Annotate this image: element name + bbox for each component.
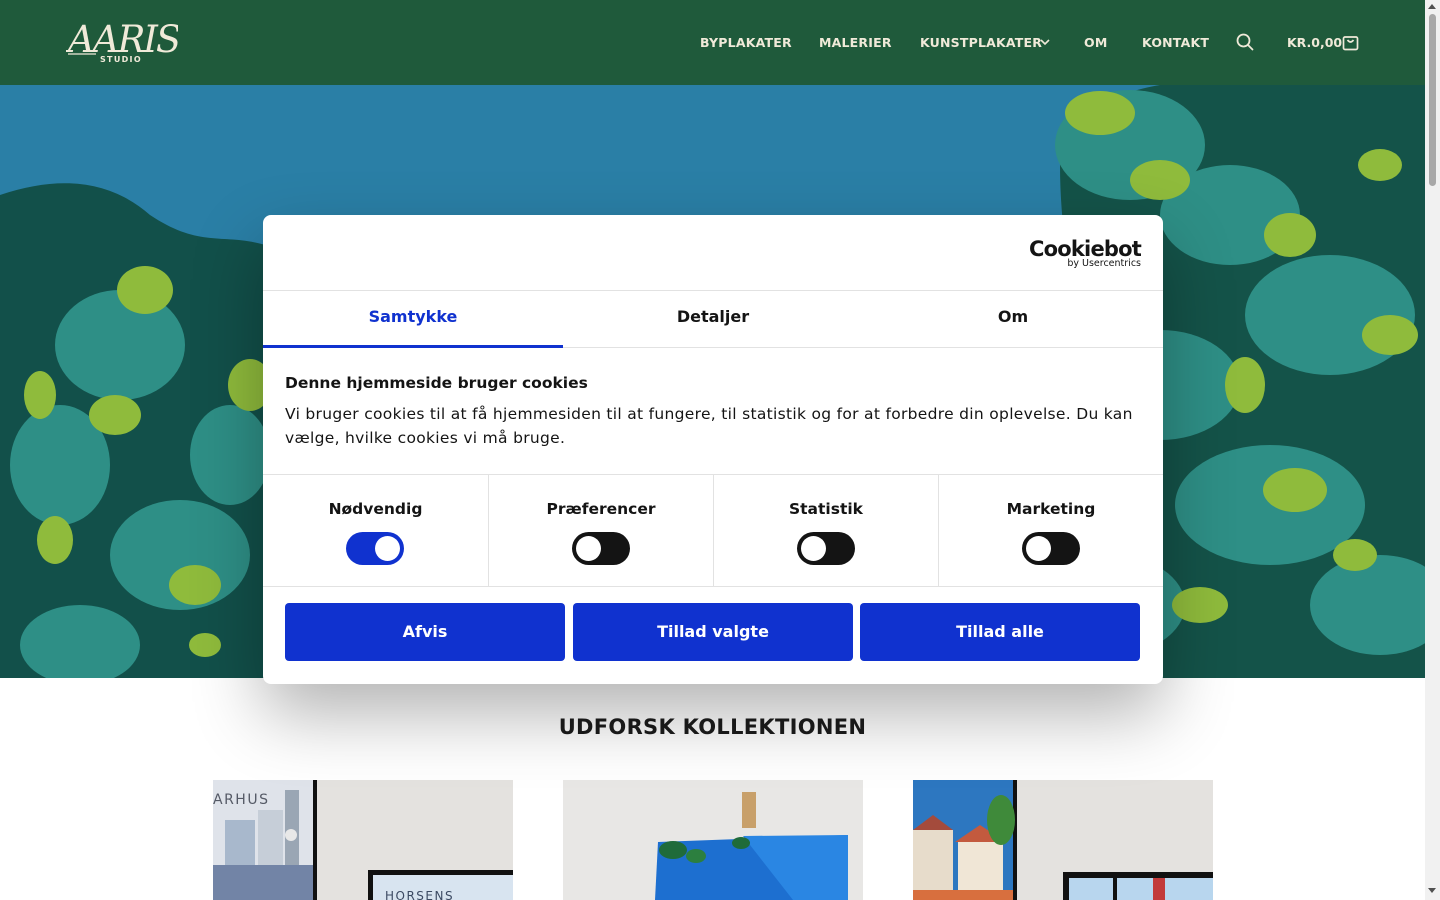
chevron-down-icon[interactable] (1039, 36, 1051, 48)
category-label: Statistik (788, 500, 863, 518)
nav-om[interactable]: OM (1084, 35, 1107, 50)
collection-card-malerier[interactable] (563, 780, 863, 900)
logo-subtext: STUDIO (100, 55, 142, 64)
category-preferences: Præferencer (488, 475, 713, 587)
cookie-consent-dialog: Cookiebot by Usercentrics Samtykke Detal… (263, 215, 1163, 684)
cookiebot-subtext: by Usercentrics (1067, 258, 1141, 269)
aaris-studio-logo[interactable]: AARIS STUDIO (66, 18, 178, 66)
collection-card-byplakater[interactable]: ARHUS HORSENS (213, 780, 513, 900)
cart-total[interactable]: KR.0,00 (1287, 35, 1342, 50)
category-label: Præferencer (546, 500, 656, 518)
toggle-knob (576, 536, 601, 561)
page-scrollbar[interactable] (1425, 0, 1440, 900)
nav-kontakt[interactable]: KONTAKT (1142, 35, 1209, 50)
marketing-toggle[interactable] (1022, 532, 1080, 565)
consent-categories: Nødvendig Præferencer Statistik Marketin… (263, 474, 1163, 587)
scrollbar-thumb[interactable] (1429, 14, 1436, 186)
nav-malerier[interactable]: MALERIER (819, 35, 892, 50)
tab-samtykke[interactable]: Samtykke (263, 291, 563, 348)
preferences-toggle[interactable] (572, 532, 630, 565)
collection-card-kunstplakater[interactable] (913, 780, 1213, 900)
reject-button[interactable]: Afvis (285, 603, 565, 661)
cookie-heading: Denne hjemmeside bruger cookies (285, 374, 588, 392)
poster-city-label-2: HORSENS (385, 889, 454, 900)
statistics-toggle[interactable] (797, 532, 855, 565)
necessary-toggle[interactable] (346, 532, 404, 565)
category-label: Marketing (1006, 500, 1096, 518)
toggle-knob (375, 536, 400, 561)
allow-all-button[interactable]: Tillad alle (860, 603, 1140, 661)
poster-city-label: ARHUS (213, 792, 269, 808)
toggle-knob (801, 536, 826, 561)
category-statistics: Statistik (713, 475, 938, 587)
search-icon[interactable] (1236, 33, 1254, 51)
cookie-description: Vi bruger cookies til at få hjemmesiden … (285, 405, 1133, 447)
category-necessary: Nødvendig (263, 475, 488, 587)
toggle-knob (1026, 536, 1051, 561)
scroll-down-arrow-icon[interactable] (1428, 888, 1436, 893)
tab-om[interactable]: Om (863, 291, 1163, 348)
nav-kunstplakater[interactable]: KUNSTPLAKATER (920, 35, 1042, 50)
scroll-up-arrow-icon[interactable] (1428, 4, 1436, 9)
shopping-bag-icon[interactable] (1342, 33, 1359, 51)
tab-detaljer[interactable]: Detaljer (563, 291, 863, 348)
collection-heading: UDFORSK KOLLEKTIONEN (558, 715, 867, 739)
nav-byplakater[interactable]: BYPLAKATER (700, 35, 792, 50)
allow-selected-button[interactable]: Tillad valgte (573, 603, 853, 661)
cookie-tabs: Samtykke Detaljer Om (263, 290, 1163, 348)
category-label: Nødvendig (328, 500, 423, 518)
category-marketing: Marketing (938, 475, 1163, 587)
site-header: AARIS STUDIO BYPLAKATER MALERIER KUNSTPL… (0, 0, 1425, 85)
cookiebot-logo: Cookiebot by Usercentrics (1029, 237, 1142, 269)
